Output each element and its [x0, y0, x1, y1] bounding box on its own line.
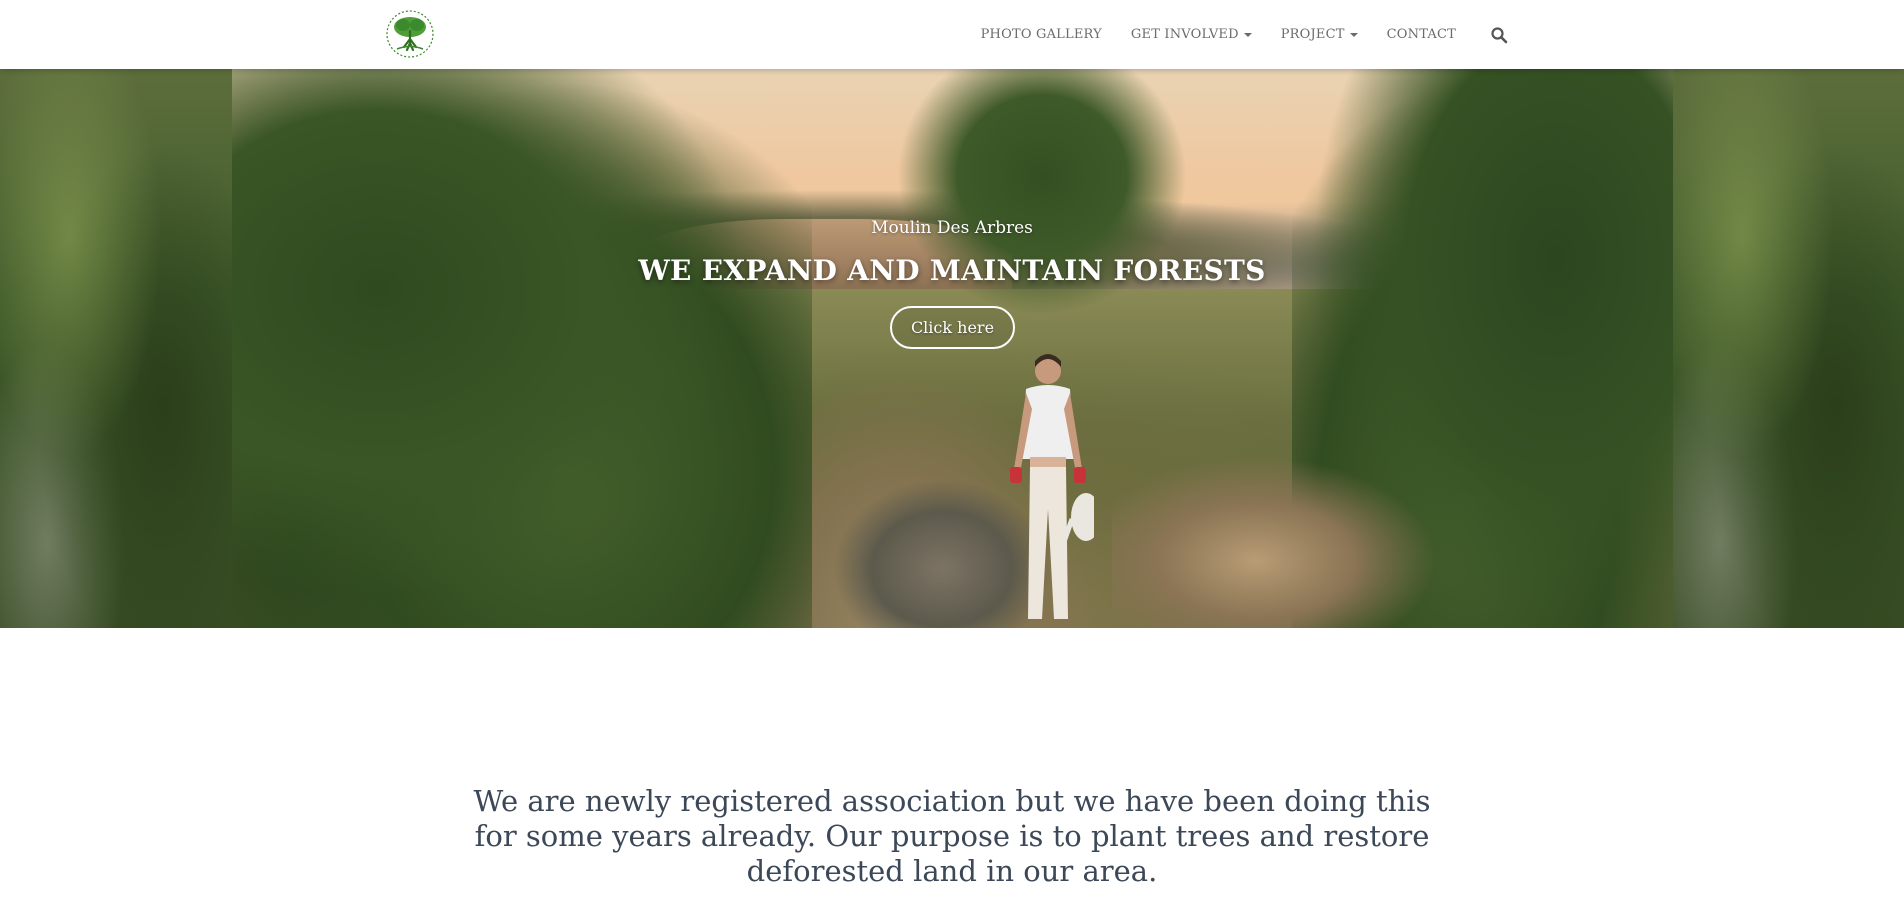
- intro-text: We are newly registered association but …: [473, 784, 1431, 888]
- main-nav: PHOTO GALLERY GET INVOLVED PROJECT CONTA…: [981, 0, 1508, 69]
- nav-item-project[interactable]: PROJECT: [1281, 27, 1358, 42]
- hero-title: WE EXPAND AND MAINTAIN FORESTS: [638, 254, 1266, 287]
- nav-item-contact[interactable]: CONTACT: [1387, 27, 1456, 42]
- hero-section: Moulin Des Arbres WE EXPAND AND MAINTAIN…: [0, 69, 1904, 628]
- nav-item-label: CONTACT: [1386, 27, 1456, 42]
- nav-item-photo-gallery[interactable]: PHOTO GALLERY: [981, 27, 1102, 42]
- search-icon[interactable]: [1490, 26, 1508, 44]
- nav-item-label: PHOTO GALLERY: [980, 27, 1102, 42]
- hero-content: Moulin Des Arbres WE EXPAND AND MAINTAIN…: [0, 69, 1904, 628]
- hero-subtitle: Moulin Des Arbres: [871, 218, 1033, 238]
- chevron-down-icon: [1243, 33, 1252, 37]
- nav-item-get-involved[interactable]: GET INVOLVED: [1131, 27, 1252, 42]
- chevron-down-icon: [1349, 33, 1358, 37]
- navbar: PHOTO GALLERY GET INVOLVED PROJECT CONTA…: [0, 0, 1904, 69]
- nav-item-label: PROJECT: [1280, 27, 1345, 42]
- tree-logo-icon[interactable]: [385, 9, 435, 59]
- click-here-button[interactable]: Click here: [890, 306, 1015, 349]
- nav-item-label: GET INVOLVED: [1130, 27, 1239, 42]
